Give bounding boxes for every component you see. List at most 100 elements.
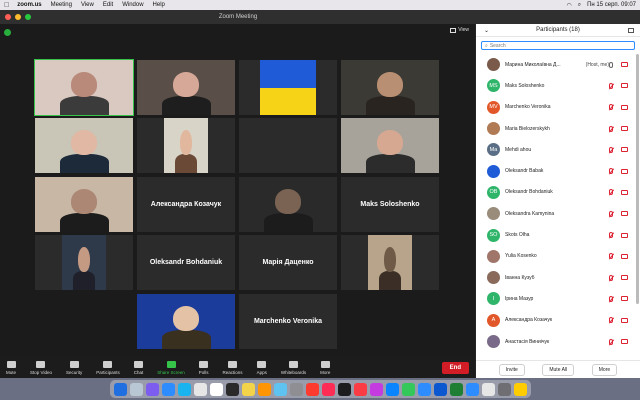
mute-all-button[interactable]: Mute All bbox=[542, 363, 575, 376]
security-button[interactable]: Security bbox=[66, 360, 82, 375]
invite-button[interactable]: Invite bbox=[498, 363, 525, 376]
dock-app-icon[interactable] bbox=[481, 382, 495, 396]
video-tile[interactable] bbox=[35, 118, 133, 173]
video-tile[interactable] bbox=[35, 177, 133, 232]
participant-row[interactable]: Yulia Kosenko bbox=[476, 246, 636, 267]
muted-microphone-icon[interactable] bbox=[609, 210, 613, 217]
participant-row[interactable]: OB Oleksandr Bohdaniuk bbox=[476, 182, 636, 203]
security-shield-icon[interactable] bbox=[4, 29, 11, 36]
dock-app-icon[interactable] bbox=[305, 382, 319, 396]
participant-row[interactable]: MS Maks Soloshenko bbox=[476, 75, 636, 96]
video-off-icon[interactable] bbox=[621, 232, 628, 238]
dock-app-icon[interactable] bbox=[321, 382, 335, 396]
participant-row[interactable]: Анастасія Виниічук bbox=[476, 331, 636, 352]
dock-app-icon[interactable] bbox=[369, 382, 383, 396]
video-tile[interactable] bbox=[137, 60, 235, 115]
video-off-icon[interactable] bbox=[621, 168, 628, 174]
dock-app-icon[interactable] bbox=[337, 382, 351, 396]
muted-microphone-icon[interactable] bbox=[609, 189, 613, 196]
video-tile[interactable] bbox=[239, 118, 337, 173]
participant-list-scrollbar[interactable] bbox=[636, 54, 639, 304]
video-tile[interactable]: Александра Козачук bbox=[137, 177, 235, 232]
mute-button[interactable]: Mute bbox=[6, 360, 16, 375]
dock-app-icon[interactable] bbox=[161, 382, 175, 396]
video-tile[interactable] bbox=[34, 59, 134, 116]
share-screen-button[interactable]: Share Screen bbox=[157, 360, 185, 375]
whiteboards-button[interactable]: Whiteboards bbox=[281, 360, 306, 375]
pop-out-icon[interactable] bbox=[628, 27, 634, 33]
search-icon[interactable]: ⌕ bbox=[578, 2, 581, 9]
dock-app-icon[interactable] bbox=[465, 382, 479, 396]
video-off-icon[interactable] bbox=[621, 62, 628, 68]
more-button[interactable]: More bbox=[320, 360, 330, 375]
dock-app-icon[interactable] bbox=[177, 382, 191, 396]
participant-row[interactable]: MV Marchenko Veronika bbox=[476, 97, 636, 118]
menu-edit[interactable]: Edit bbox=[103, 2, 113, 8]
dock-app-icon[interactable] bbox=[145, 382, 159, 396]
muted-microphone-icon[interactable] bbox=[609, 232, 613, 239]
video-tile[interactable] bbox=[341, 118, 439, 173]
video-off-icon[interactable] bbox=[621, 296, 628, 302]
participant-search-input[interactable]: ⌕ Search bbox=[481, 41, 635, 50]
stop-video-button[interactable]: Stop Video bbox=[30, 360, 52, 375]
video-tile[interactable] bbox=[239, 60, 337, 115]
dock-app-icon[interactable] bbox=[241, 382, 255, 396]
video-off-icon[interactable] bbox=[621, 275, 628, 281]
video-off-icon[interactable] bbox=[621, 317, 628, 323]
dock-app-icon[interactable] bbox=[209, 382, 223, 396]
muted-microphone-icon[interactable] bbox=[609, 295, 613, 302]
participants-button[interactable]: Participants bbox=[96, 360, 120, 375]
chevron-down-icon[interactable]: ⌄ bbox=[484, 27, 489, 34]
video-off-icon[interactable] bbox=[621, 189, 628, 195]
dock-app-icon[interactable] bbox=[225, 382, 239, 396]
dock-app-icon[interactable] bbox=[129, 382, 143, 396]
more-options-button[interactable]: More bbox=[591, 363, 618, 376]
dock-app-icon[interactable] bbox=[257, 382, 271, 396]
video-off-icon[interactable] bbox=[621, 147, 628, 153]
muted-microphone-icon[interactable] bbox=[609, 274, 613, 281]
participant-row[interactable]: І Ірина Мазур bbox=[476, 288, 636, 309]
microphone-icon[interactable] bbox=[609, 61, 613, 68]
dock-app-icon[interactable] bbox=[497, 382, 511, 396]
muted-microphone-icon[interactable] bbox=[609, 168, 613, 175]
dock-app-icon[interactable] bbox=[353, 382, 367, 396]
video-off-icon[interactable] bbox=[621, 83, 628, 89]
video-off-icon[interactable] bbox=[621, 211, 628, 217]
muted-microphone-icon[interactable] bbox=[609, 317, 613, 324]
video-off-icon[interactable] bbox=[621, 253, 628, 259]
menu-app-name[interactable]: zoom.us bbox=[17, 2, 41, 8]
menu-view[interactable]: View bbox=[81, 2, 94, 8]
video-tile[interactable]: Oleksandr Bohdaniuk bbox=[137, 235, 235, 290]
video-tile[interactable]: Marchenko Veronika bbox=[239, 294, 337, 349]
video-tile[interactable] bbox=[137, 294, 235, 349]
reactions-button[interactable]: Reactions bbox=[223, 360, 243, 375]
dock-app-icon[interactable] bbox=[385, 382, 399, 396]
polls-button[interactable]: Polls bbox=[199, 360, 209, 375]
video-tile[interactable]: Марія Даценко bbox=[239, 235, 337, 290]
dock-app-icon[interactable] bbox=[449, 382, 463, 396]
participant-row[interactable]: Maria Bielozerskykh bbox=[476, 118, 636, 139]
menu-meeting[interactable]: Meeting bbox=[51, 2, 72, 8]
chat-button[interactable]: Chat bbox=[134, 360, 143, 375]
dock-app-icon[interactable] bbox=[401, 382, 415, 396]
video-tile[interactable] bbox=[137, 118, 235, 173]
muted-microphone-icon[interactable] bbox=[609, 253, 613, 260]
muted-microphone-icon[interactable] bbox=[609, 146, 613, 153]
muted-microphone-icon[interactable] bbox=[609, 104, 613, 111]
video-tile[interactable] bbox=[341, 235, 439, 290]
dock-app-icon[interactable] bbox=[289, 382, 303, 396]
video-tile[interactable] bbox=[35, 235, 133, 290]
video-off-icon[interactable] bbox=[621, 126, 628, 132]
participant-row[interactable]: А Александра Козачук bbox=[476, 310, 636, 331]
muted-microphone-icon[interactable] bbox=[609, 125, 613, 132]
video-off-icon[interactable] bbox=[621, 339, 628, 344]
dock-app-icon[interactable] bbox=[417, 382, 431, 396]
dock-app-icon[interactable] bbox=[193, 382, 207, 396]
apple-icon[interactable]:  bbox=[4, 2, 9, 9]
participant-row[interactable]: Іванна Кузуб bbox=[476, 267, 636, 288]
video-tile[interactable] bbox=[239, 177, 337, 232]
apps-button[interactable]: Apps bbox=[257, 360, 267, 375]
menu-window[interactable]: Window bbox=[122, 2, 143, 8]
muted-microphone-icon[interactable] bbox=[609, 338, 613, 345]
video-tile[interactable] bbox=[341, 60, 439, 115]
